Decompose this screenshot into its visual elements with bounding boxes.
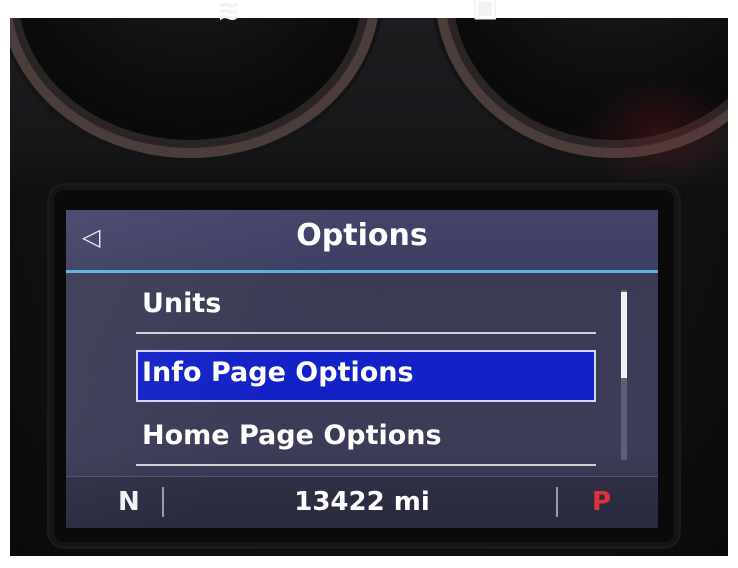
title-bar: ◁ Options xyxy=(66,210,658,273)
park-indicator: P xyxy=(592,487,612,517)
odometer-readout: 13422 mi xyxy=(294,487,430,517)
coolant-temp-icon: ≋ xyxy=(217,0,241,27)
menu-item-home-page-options[interactable]: Home Page Options xyxy=(136,414,596,466)
reflection xyxy=(580,78,728,188)
driver-info-display: ◁ Options Units Info Page Options Home P… xyxy=(66,210,658,528)
divider xyxy=(556,487,558,517)
divider xyxy=(136,464,596,466)
menu-item-label: Units xyxy=(142,288,222,319)
menu-item-label: Home Page Options xyxy=(142,420,442,451)
menu-item-info-page-options[interactable]: Info Page Options xyxy=(136,350,596,402)
fuel-pump-icon: ▣ xyxy=(472,0,499,23)
menu-item-units[interactable]: Units xyxy=(136,282,596,334)
menu-item-label: Info Page Options xyxy=(142,357,414,388)
status-bar: N 13422 mi P xyxy=(66,476,658,528)
divider xyxy=(136,332,596,334)
page-title: Options xyxy=(296,218,428,253)
scrollbar-thumb[interactable] xyxy=(621,292,627,378)
